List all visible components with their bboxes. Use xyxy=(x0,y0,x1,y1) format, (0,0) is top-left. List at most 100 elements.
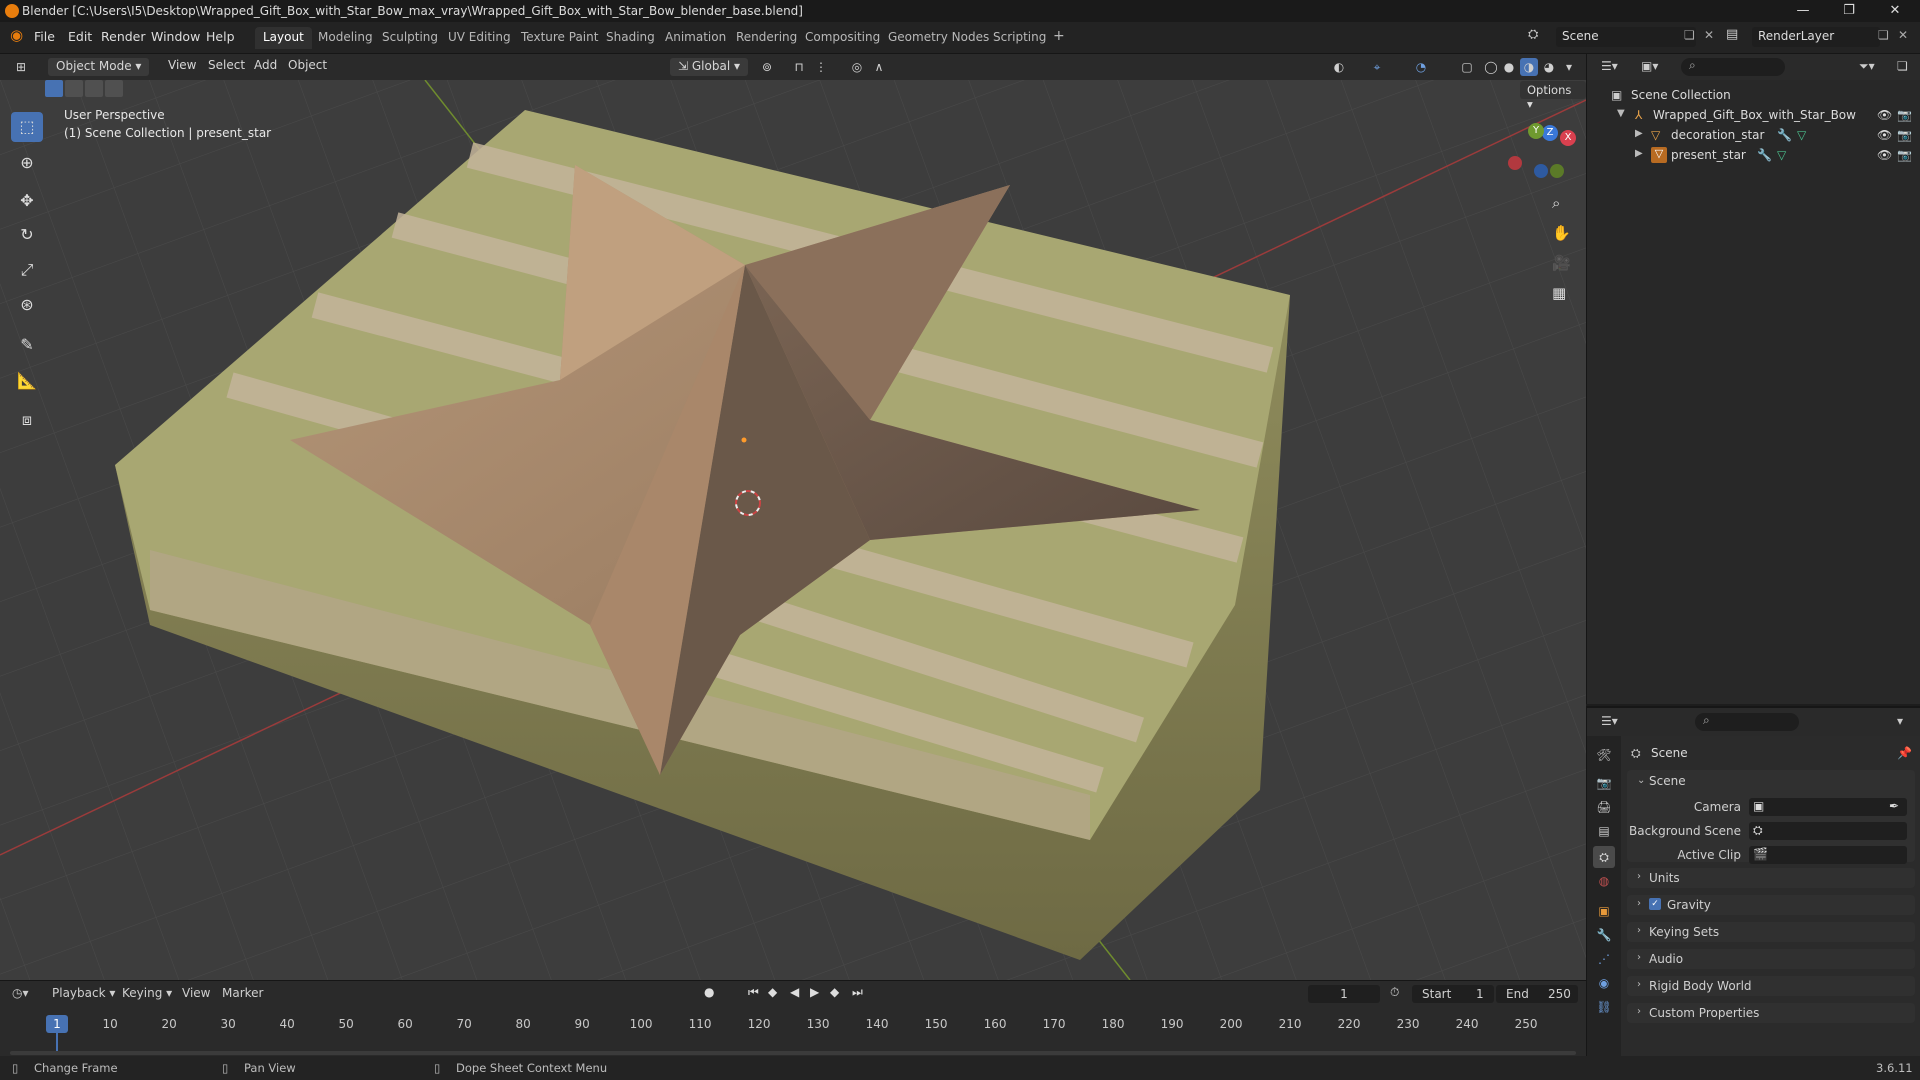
visibility-eye-icon[interactable]: 👁 xyxy=(1877,108,1892,122)
wireframe-shading-icon[interactable]: ◯ xyxy=(1482,58,1500,76)
properties-search-field[interactable]: ⌕ xyxy=(1695,713,1799,731)
scene-selector-icon[interactable]: ⛭ xyxy=(1528,27,1548,47)
select-intersect-icon[interactable] xyxy=(105,80,123,97)
physics-tab-icon[interactable]: ◉ xyxy=(1593,972,1615,994)
gizmo-neg-y-icon[interactable] xyxy=(1550,164,1564,178)
tab-animation[interactable]: Animation xyxy=(657,27,734,49)
view-layer-tab-icon[interactable]: ▤ xyxy=(1593,820,1615,842)
tab-shading[interactable]: Shading xyxy=(598,27,663,49)
zoom-view-icon[interactable]: ⌕ xyxy=(1552,194,1560,212)
camera-view-icon[interactable]: 🎥 xyxy=(1552,254,1571,272)
expand-arrow-icon[interactable]: ▶ xyxy=(1635,148,1643,159)
falloff-icon[interactable]: ∧ xyxy=(870,58,888,76)
xray-icon[interactable]: ▢ xyxy=(1458,58,1476,76)
view-layer-field[interactable]: RenderLayer xyxy=(1752,27,1880,47)
material-shading-icon[interactable]: ◑ xyxy=(1520,58,1538,76)
gizmo-toggle-icon[interactable]: ⌖ xyxy=(1368,58,1386,76)
tab-compositing[interactable]: Compositing xyxy=(797,27,888,49)
tab-texture-paint[interactable]: Texture Paint xyxy=(513,27,606,49)
menu-edit[interactable]: Edit xyxy=(68,29,92,44)
options-dropdown[interactable]: Options ▾ xyxy=(1520,81,1586,111)
transform-tool-icon[interactable]: ⊛ xyxy=(11,290,43,320)
move-tool-icon[interactable]: ✥ xyxy=(11,186,43,216)
tab-layout[interactable]: Layout xyxy=(255,27,312,49)
outliner-search-field[interactable]: ⌕ xyxy=(1681,58,1785,76)
eyedropper-icon[interactable]: ✒ xyxy=(1889,799,1899,813)
world-tab-icon[interactable]: ◍ xyxy=(1593,870,1615,892)
custom-properties-panel[interactable]: › Custom Properties xyxy=(1627,1003,1915,1023)
proportional-edit-icon[interactable]: ◎ xyxy=(848,58,866,76)
menu-select[interactable]: Select xyxy=(208,58,245,76)
overlay-toggle-icon[interactable]: ◔ xyxy=(1412,58,1430,76)
measure-tool-icon[interactable]: 📐 xyxy=(11,366,43,396)
select-extend-icon[interactable] xyxy=(65,80,83,97)
blender-menu-icon[interactable]: ◉ xyxy=(10,26,23,44)
select-subtract-icon[interactable] xyxy=(85,80,103,97)
outliner-editor-type-icon[interactable]: ☰▾ xyxy=(1601,59,1618,73)
mesh-data-icon[interactable]: ▽ xyxy=(1797,128,1806,142)
outliner-row-present-star[interactable]: ▶ ▽ present_star 🔧 ▽ 👁 📷 xyxy=(1587,146,1920,166)
tab-rendering[interactable]: Rendering xyxy=(728,27,805,49)
visibility-eye-icon[interactable]: 👁 xyxy=(1877,148,1892,162)
select-box-tool-icon[interactable]: ⬚ xyxy=(11,112,43,142)
menu-object[interactable]: Object xyxy=(288,58,327,76)
visibility-eye-icon[interactable]: 👁 xyxy=(1877,128,1892,142)
scene-delete-icon[interactable]: ✕ xyxy=(1704,28,1714,42)
collapse-arrow-icon[interactable]: ▼ xyxy=(1617,108,1625,119)
view-layer-icon[interactable]: ▤ xyxy=(1726,27,1738,42)
object-tab-icon[interactable]: ▣ xyxy=(1593,900,1615,922)
scene-panel-title[interactable]: Scene xyxy=(1649,774,1686,788)
gizmo-neg-z-icon[interactable] xyxy=(1534,164,1548,178)
menu-render[interactable]: Render xyxy=(101,29,146,44)
scene-new-icon[interactable]: ❏ xyxy=(1684,28,1695,42)
pan-view-icon[interactable]: ✋ xyxy=(1552,224,1571,242)
add-cube-tool-icon[interactable]: ⧈ xyxy=(11,405,43,435)
tool-tab-icon[interactable]: 🛠 xyxy=(1593,744,1615,766)
output-tab-icon[interactable]: 🖨 xyxy=(1593,796,1615,818)
constraints-tab-icon[interactable]: ⛓ xyxy=(1593,996,1615,1018)
properties-editor-type-icon[interactable]: ☰▾ xyxy=(1601,714,1618,728)
solid-shading-icon[interactable]: ● xyxy=(1500,58,1518,76)
pivot-icon[interactable]: ⊚ xyxy=(758,58,776,76)
visibility-icon[interactable]: ◐ xyxy=(1330,58,1348,76)
select-new-icon[interactable] xyxy=(45,80,63,97)
pin-icon[interactable]: 📌 xyxy=(1897,746,1912,760)
editor-type-icon[interactable]: ⊞ xyxy=(12,58,30,76)
tab-geometry-nodes[interactable]: Geometry Nodes xyxy=(880,27,997,49)
navigation-gizmo[interactable]: Z Y X xyxy=(1500,122,1580,202)
ortho-toggle-icon[interactable]: ▦ xyxy=(1552,284,1566,302)
audio-panel[interactable]: › Audio xyxy=(1627,949,1915,969)
annotate-tool-icon[interactable]: ✎ xyxy=(11,330,43,360)
gizmo-y-icon[interactable]: Y xyxy=(1528,123,1544,139)
new-collection-icon[interactable]: ❏ xyxy=(1897,59,1908,73)
frame-ruler[interactable]: 1 10 20 30 40 50 60 70 80 90 100 110 120 130 140 150 160… xyxy=(0,981,1586,1057)
menu-file[interactable]: File xyxy=(34,29,55,44)
tab-sculpting[interactable]: Sculpting xyxy=(374,27,446,49)
keying-sets-panel[interactable]: › Keying Sets xyxy=(1627,922,1915,942)
snap-icon[interactable]: ⊓ xyxy=(790,58,808,76)
render-tab-icon[interactable]: 📷 xyxy=(1593,772,1615,794)
units-panel[interactable]: › Units xyxy=(1627,868,1915,888)
display-mode-icon[interactable]: ▣▾ xyxy=(1641,59,1658,73)
view-layer-delete-icon[interactable]: ✕ xyxy=(1898,28,1908,42)
expand-arrow-icon[interactable]: ▶ xyxy=(1635,128,1643,139)
menu-view[interactable]: View xyxy=(168,58,196,76)
snap-target-icon[interactable]: ⋮ xyxy=(812,58,830,76)
gizmo-neg-x-icon[interactable] xyxy=(1508,156,1522,170)
active-clip-field[interactable]: 🎬 xyxy=(1749,846,1907,864)
minimize-button[interactable]: — xyxy=(1780,0,1826,22)
rendered-shading-icon[interactable]: ◕ xyxy=(1540,58,1558,76)
render-camera-icon[interactable]: 📷 xyxy=(1897,148,1912,162)
filter-icon[interactable]: ⏷▾ xyxy=(1859,59,1875,74)
tab-modeling[interactable]: Modeling xyxy=(310,27,381,49)
tab-scripting[interactable]: Scripting xyxy=(985,27,1054,49)
cursor-tool-icon[interactable]: ⊕ xyxy=(11,148,43,178)
menu-window[interactable]: Window xyxy=(151,29,200,44)
close-button[interactable]: ✕ xyxy=(1872,0,1918,22)
render-camera-icon[interactable]: 📷 xyxy=(1897,108,1912,122)
3d-viewport[interactable]: ⬚ ⊕ ✥ ↻ ⤢ ⊛ ✎ 📐 ⧈ User Perspective (1) S… xyxy=(0,80,1586,980)
scene-name-field[interactable]: Scene xyxy=(1556,27,1696,47)
modifier-tab-icon[interactable]: 🔧 xyxy=(1593,924,1615,946)
camera-field[interactable]: ▣ ✒ xyxy=(1749,798,1907,816)
rotate-tool-icon[interactable]: ↻ xyxy=(11,220,43,250)
